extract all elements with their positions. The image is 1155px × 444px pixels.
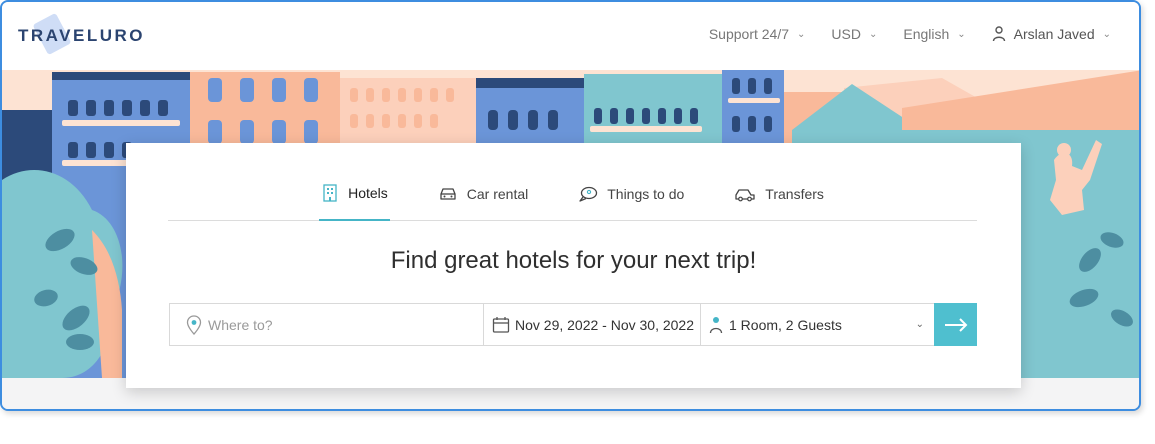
currency-dropdown[interactable]: USD ⌄ xyxy=(831,26,877,42)
search-tabs: Hotels Car rental Things to do Transfers xyxy=(168,143,977,221)
logo[interactable]: TRAVELURO xyxy=(18,26,145,46)
building-icon xyxy=(323,184,337,202)
user-icon xyxy=(992,26,1005,42)
tab-label: Things to do xyxy=(607,186,685,202)
date-range-field[interactable]: Nov 29, 2022 - Nov 30, 2022 xyxy=(484,304,701,345)
guests-value: 1 Room, 2 Guests xyxy=(729,316,842,333)
language-dropdown[interactable]: English ⌄ xyxy=(903,26,965,42)
tab-car-rental[interactable]: Car rental xyxy=(436,181,530,221)
chevron-down-icon: ⌄ xyxy=(868,28,878,40)
currency-label: USD xyxy=(831,26,861,42)
user-name: Arslan Javed xyxy=(1013,26,1095,42)
support-label: Support 24/7 xyxy=(708,26,790,42)
date-range-value: Nov 29, 2022 - Nov 30, 2022 xyxy=(515,316,695,333)
tab-label: Car rental xyxy=(466,186,529,202)
tab-hotels[interactable]: Hotels xyxy=(319,181,390,221)
tab-label: Transfers xyxy=(765,186,824,202)
taxi-icon xyxy=(735,189,755,202)
arrow-right-icon xyxy=(944,317,967,332)
search-button[interactable] xyxy=(934,303,977,346)
calendar-icon xyxy=(492,316,510,333)
tab-label: Hotels xyxy=(348,185,388,201)
chevron-down-icon: ⌄ xyxy=(957,28,966,40)
language-label: English xyxy=(903,26,950,42)
tab-transfers[interactable]: Transfers xyxy=(732,181,826,221)
car-icon xyxy=(440,188,456,200)
location-pin-icon xyxy=(186,314,202,335)
user-menu[interactable]: Arslan Javed ⌄ xyxy=(992,26,1111,42)
chevron-down-icon: ⌄ xyxy=(915,319,924,330)
search-card: Hotels Car rental Things to do Transfers… xyxy=(126,143,1021,388)
search-bar: Where to? Nov 29, 2022 - Nov 30, 2022 1 … xyxy=(169,303,977,346)
chat-icon xyxy=(579,186,598,202)
tab-things-to-do[interactable]: Things to do xyxy=(576,181,686,221)
page-title: Find great hotels for your next trip! xyxy=(390,247,757,274)
top-nav: Support 24/7 ⌄ USD ⌄ English ⌄ Arslan Ja… xyxy=(709,26,1111,42)
browser-frame: TRAVELURO Support 24/7 ⌄ USD ⌄ English ⌄… xyxy=(0,0,1141,411)
destination-placeholder: Where to? xyxy=(208,316,273,333)
person-icon xyxy=(709,316,723,333)
support-dropdown[interactable]: Support 24/7 ⌄ xyxy=(709,26,806,42)
destination-field[interactable]: Where to? xyxy=(170,304,484,345)
site-header: TRAVELURO Support 24/7 ⌄ USD ⌄ English ⌄… xyxy=(2,2,1139,70)
chevron-down-icon: ⌄ xyxy=(797,28,806,40)
chevron-down-icon: ⌄ xyxy=(1102,28,1111,40)
guests-selector[interactable]: 1 Room, 2 Guests ⌄ xyxy=(701,304,934,345)
